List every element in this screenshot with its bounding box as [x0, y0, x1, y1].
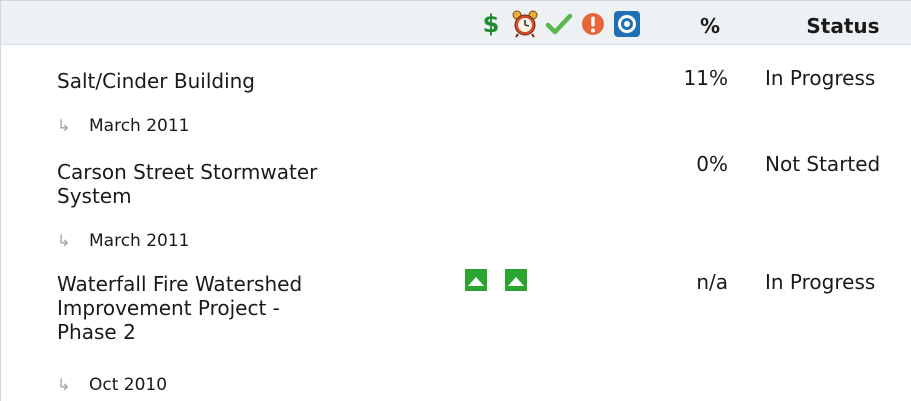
subitem-arrow-icon: ↳: [57, 375, 71, 394]
percent-column-header[interactable]: %: [685, 14, 735, 38]
subitem-arrow-icon: ↳: [57, 116, 71, 135]
target-icon[interactable]: [611, 9, 643, 39]
project-status: In Progress: [765, 270, 876, 294]
status-column-header[interactable]: Status: [793, 14, 893, 38]
project-date: ↳ March 2011: [57, 231, 190, 251]
project-title[interactable]: Waterfall Fire Watershed Improvement Pro…: [57, 272, 417, 344]
project-percent: 0%: [696, 152, 728, 176]
table-header: $ % Status: [1, 1, 911, 45]
subitem-arrow-icon: ↳: [57, 231, 71, 250]
header-icon-group: $: [475, 9, 643, 39]
project-status: Not Started: [765, 152, 881, 176]
project-percent: n/a: [696, 270, 728, 294]
alarm-clock-icon[interactable]: [509, 9, 541, 39]
table-left-border: [0, 0, 1, 401]
alert-icon[interactable]: [577, 9, 609, 39]
up-triangle-icon: [465, 269, 487, 291]
project-date: ↳ March 2011: [57, 116, 190, 136]
up-triangle-icon: [505, 269, 527, 291]
project-date: ↳ Oct 2010: [57, 375, 168, 395]
project-status: In Progress: [765, 66, 876, 90]
project-title[interactable]: Salt/Cinder Building: [57, 69, 417, 93]
project-percent: 11%: [683, 66, 728, 90]
project-title[interactable]: Carson Street Stormwater System: [57, 160, 417, 208]
checkmark-icon[interactable]: [543, 9, 575, 39]
dollar-icon[interactable]: $: [475, 9, 507, 39]
